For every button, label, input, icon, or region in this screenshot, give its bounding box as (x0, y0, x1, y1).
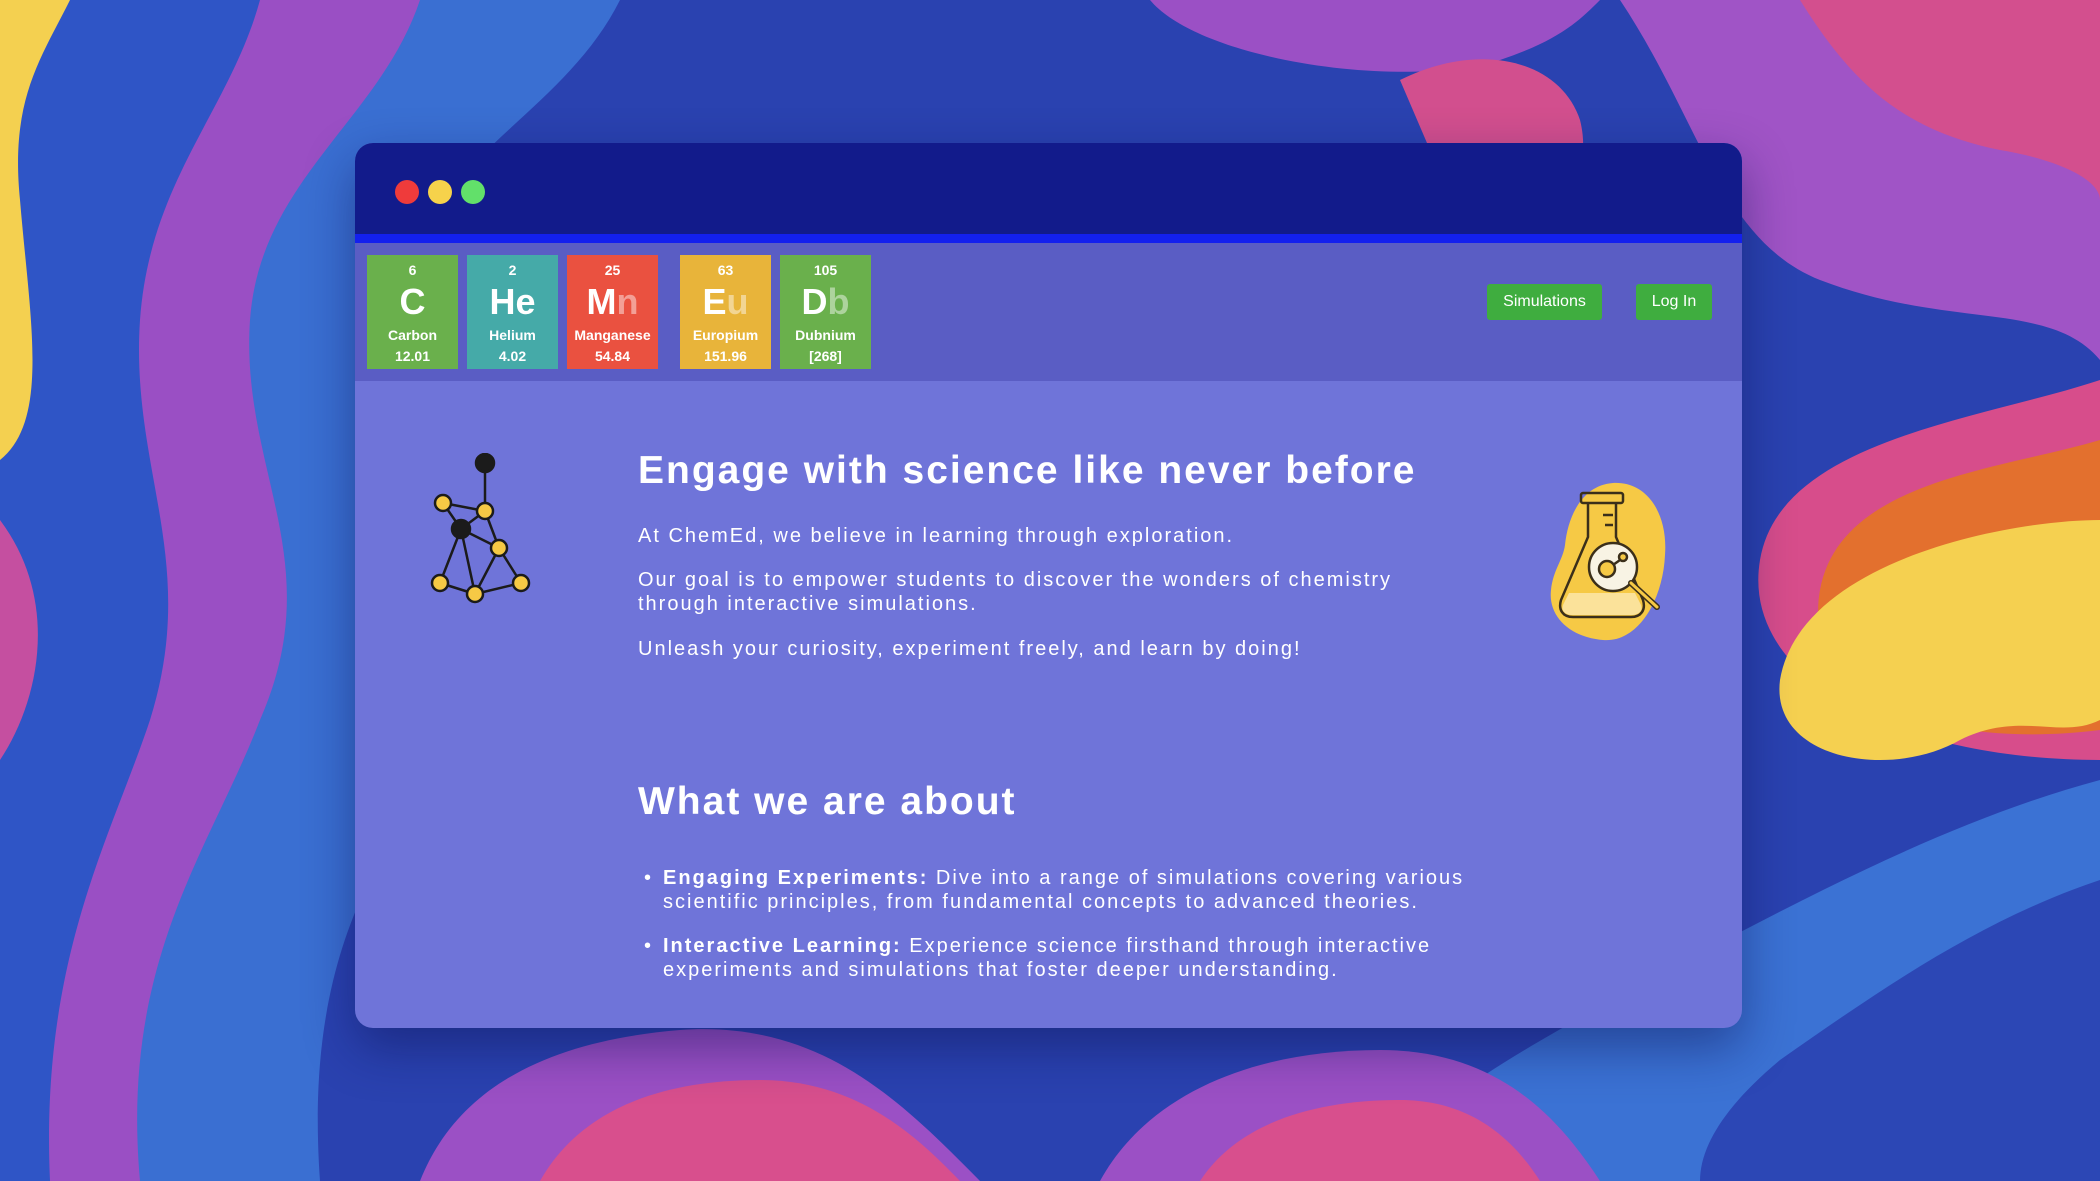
feature-label: Interactive Learning: (663, 935, 902, 957)
symbol-main: M (586, 281, 617, 322)
site-navbar: 6 C Carbon 12.01 2 He Helium 4.02 25 Mn Manganese 5… (355, 243, 1742, 381)
element-symbol: Mn (567, 281, 658, 323)
symbol-faded: n (616, 281, 639, 322)
atomic-mass: [268] (809, 348, 842, 364)
browser-window: 6 C Carbon 12.01 2 He Helium 4.02 25 Mn Manganese 5… (355, 143, 1742, 1028)
titlebar-accent-line (355, 234, 1742, 243)
element-tile: 105 Db Dubnium [268] (780, 255, 871, 369)
element-tile: 25 Mn Manganese 54.84 (567, 255, 658, 369)
symbol-faded: u (726, 281, 749, 322)
symbol-main: E (702, 281, 727, 322)
bullet-icon: • (644, 867, 654, 889)
symbol-faded: b (827, 281, 850, 322)
atomic-number: 6 (408, 262, 417, 278)
element-name: Manganese (574, 327, 651, 343)
molecule-icon (430, 453, 531, 604)
bullet-icon: • (644, 935, 654, 957)
symbol-main: C (399, 281, 426, 322)
main-content: Engage with science like never before At… (355, 381, 1742, 1028)
symbol-main: D (801, 281, 828, 322)
symbol-main: He (489, 281, 536, 322)
close-window-button[interactable] (395, 180, 419, 204)
window-titlebar (355, 143, 1742, 234)
element-tile: 63 Eu Europium 151.96 (680, 255, 771, 369)
minimize-window-button[interactable] (428, 180, 452, 204)
atomic-mass: 12.01 (394, 348, 431, 364)
about-title: What we are about (638, 780, 1017, 823)
element-name: Helium (489, 327, 536, 343)
atomic-mass: 4.02 (498, 348, 527, 364)
hero-title: Engage with science like never before (638, 449, 1417, 492)
element-symbol: Eu (680, 281, 771, 323)
login-button[interactable]: Log In (1636, 284, 1712, 320)
element-symbol: Db (780, 281, 871, 323)
atomic-number: 25 (604, 262, 621, 278)
atomic-number: 2 (508, 262, 517, 278)
list-item: • Interactive Learning: Experience scien… (638, 934, 1468, 982)
atomic-number: 105 (813, 262, 838, 278)
feature-label: Engaging Experiments: (663, 867, 929, 889)
element-symbol: He (467, 281, 558, 323)
simulations-button[interactable]: Simulations (1487, 284, 1602, 320)
element-name: Carbon (388, 327, 437, 343)
element-tile: 6 C Carbon 12.01 (367, 255, 458, 369)
atomic-mass: 54.84 (594, 348, 631, 364)
maximize-window-button[interactable] (461, 180, 485, 204)
element-symbol: C (367, 281, 458, 323)
flask-magnifier-icon (1550, 482, 1666, 641)
atomic-number: 63 (717, 262, 734, 278)
hero-paragraph-1: At ChemEd, we believe in learning throug… (638, 525, 1235, 547)
list-item: • Engaging Experiments: Dive into a rang… (638, 866, 1468, 914)
element-name: Europium (692, 327, 759, 343)
hero-paragraph-3: Unleash your curiosity, experiment freel… (638, 638, 1302, 660)
element-name: Dubnium (795, 327, 856, 343)
hero-paragraph-2: Our goal is to empower students to disco… (638, 569, 1393, 615)
feature-list: • Engaging Experiments: Dive into a rang… (638, 866, 1468, 1002)
atomic-mass: 151.96 (704, 348, 747, 364)
element-tile: 2 He Helium 4.02 (467, 255, 558, 369)
